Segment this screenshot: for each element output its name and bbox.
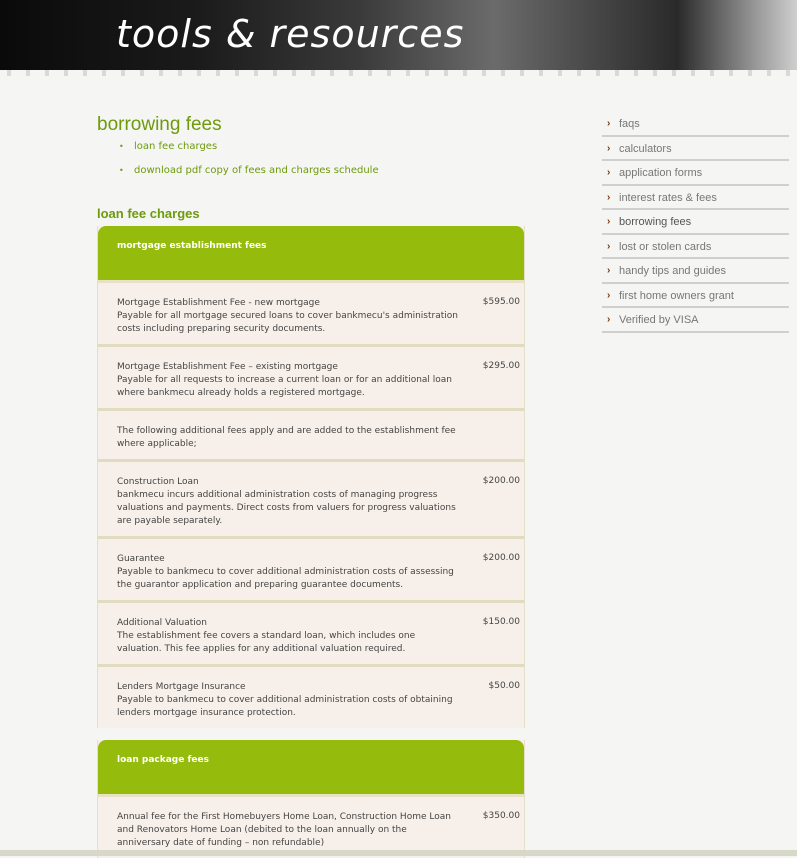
chevron-right-icon: › — [607, 216, 611, 227]
fee-detail: bankmecu incurs additional administratio… — [117, 490, 456, 526]
fee-description: Guarantee Payable to bankmecu to cover ad… — [117, 553, 462, 592]
mortgage-fees-header: mortgage establishment fees — [98, 226, 524, 280]
fee-description: Additional Valuation The establishment fe… — [117, 617, 462, 656]
fee-row: Mortgage Establishment Fee - new mortgag… — [98, 280, 524, 344]
fee-description: Lenders Mortgage Insurance Payable to ban… — [117, 681, 462, 720]
fee-amount: $50.00 — [488, 681, 521, 691]
fee-title: Construction Loan — [117, 477, 199, 487]
fee-title: Annual fee for the First Homebuyers Home… — [117, 812, 451, 848]
section-title: loan fee charges — [97, 206, 200, 221]
sidebar-item-application-forms[interactable]: › application forms — [602, 161, 789, 186]
link-download-pdf[interactable]: download pdf copy of fees and charges sc… — [119, 165, 527, 177]
mortgage-fees-table: mortgage establishment fees Mortgage Est… — [97, 226, 525, 728]
chevron-right-icon: › — [607, 289, 611, 301]
fee-detail: The following additional fees apply and … — [117, 426, 456, 449]
sidebar-item-first-home-owners-grant[interactable]: › first home owners grant — [602, 284, 789, 308]
sidebar-item-interest-rates-fees[interactable]: › interest rates & fees — [602, 186, 789, 210]
sidebar-item-label: interest rates & fees — [619, 191, 717, 204]
fee-detail: Payable for all requests to increase a c… — [117, 375, 453, 398]
chevron-right-icon: › — [607, 240, 611, 252]
fee-description: Mortgage Establishment Fee - new mortgag… — [117, 297, 462, 336]
sidebar-item-label: handy tips and guides — [619, 265, 727, 277]
sidebar-item-label: first home owners grant — [619, 289, 734, 302]
fee-row: Lenders Mortgage Insurance Payable to ban… — [98, 664, 524, 728]
chevron-right-icon: › — [607, 167, 611, 178]
fee-title: Mortgage Establishment Fee - new mortgag… — [117, 298, 320, 308]
fee-amount: $200.00 — [482, 553, 520, 563]
fee-row: Construction Loan bankmecu incurs additio… — [98, 459, 524, 536]
fee-row: Additional Valuation The establishment fe… — [98, 600, 524, 664]
fee-detail: The establishment fee covers a standard … — [117, 631, 416, 654]
fee-row: Annual fee for the First Homebuyers Home… — [98, 794, 524, 858]
fee-amount: $295.00 — [482, 361, 520, 371]
fee-description: Construction Loan bankmecu incurs additio… — [117, 476, 462, 528]
sidebar-item-label: Verified by VISA — [619, 314, 699, 326]
fee-detail: Payable to bankmecu to cover additional … — [117, 695, 453, 718]
page-title: borrowing fees — [97, 114, 222, 135]
sidebar-item-label: borrowing fees — [619, 216, 692, 228]
chevron-right-icon: › — [607, 314, 611, 325]
fee-row: Mortgage Establishment Fee – existing mo… — [98, 344, 524, 408]
fee-title: Lenders Mortgage Insurance — [117, 682, 246, 692]
sidebar-item-handy-tips-and-guides[interactable]: › handy tips and guides — [602, 259, 789, 284]
fee-amount: $150.00 — [482, 617, 520, 627]
fee-detail: Payable to bankmecu to cover additional … — [117, 567, 454, 590]
page-links: loan fee charges download pdf copy of fe… — [97, 141, 527, 177]
fee-detail: Payable for all mortgage secured loans t… — [117, 311, 458, 334]
fee-amount: $595.00 — [482, 297, 520, 307]
sidebar-item-label: application forms — [619, 167, 703, 179]
sidebar-item-label: faqs — [619, 118, 640, 130]
chevron-right-icon: › — [607, 191, 611, 203]
chevron-right-icon: › — [607, 118, 611, 129]
sidebar-item-verified-by-visa[interactable]: › Verified by VISA — [602, 308, 789, 333]
package-fees-table: loan package fees Annual fee for the Fir… — [97, 740, 525, 858]
fee-amount: $350.00 — [482, 811, 520, 821]
fee-title: Guarantee — [117, 554, 165, 564]
fee-description: Annual fee for the First Homebuyers Home… — [117, 811, 462, 850]
fee-title: Mortgage Establishment Fee – existing mo… — [117, 362, 338, 372]
fee-row: The following additional fees apply and … — [98, 408, 524, 459]
fee-amount: $200.00 — [482, 476, 520, 486]
header-banner: tools & resources — [0, 0, 797, 76]
sidebar-item-borrowing-fees[interactable]: › borrowing fees — [602, 210, 789, 235]
fee-row: Guarantee Payable to bankmecu to cover ad… — [98, 536, 524, 600]
sidebar-item-calculators[interactable]: › calculators — [602, 137, 789, 161]
chevron-right-icon: › — [607, 142, 611, 154]
sidebar-item-faqs[interactable]: › faqs — [602, 112, 789, 137]
main-content: borrowing fees loan fee charges download… — [97, 113, 527, 858]
fee-title: Additional Valuation — [117, 618, 207, 628]
fee-description: The following additional fees apply and … — [117, 425, 462, 451]
bottom-divider — [0, 850, 797, 856]
sidebar-item-label: lost or stolen cards — [619, 240, 712, 253]
banner-title: tools & resources — [116, 12, 465, 56]
package-fees-header: loan package fees — [98, 740, 524, 794]
sidebar-nav: › faqs › calculators › application forms › inte… — [602, 112, 789, 333]
chevron-right-icon: › — [607, 265, 611, 276]
fee-description: Mortgage Establishment Fee – existing mo… — [117, 361, 462, 400]
sidebar-item-label: calculators — [619, 142, 672, 155]
link-loan-fee-charges[interactable]: loan fee charges — [119, 141, 527, 153]
sidebar-item-lost-or-stolen-cards[interactable]: › lost or stolen cards — [602, 235, 789, 259]
